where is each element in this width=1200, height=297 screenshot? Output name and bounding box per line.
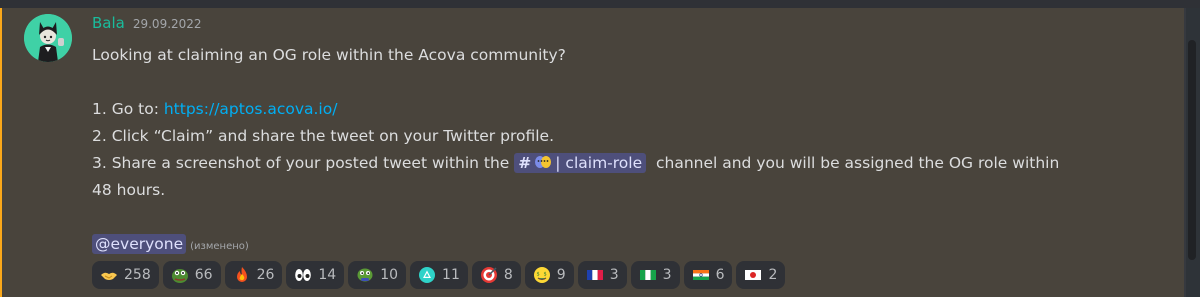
fire-emoji-icon [236, 267, 247, 282]
svg-text:$: $ [536, 272, 539, 278]
step1-text: 1. Go to: [92, 100, 164, 118]
pepe-emoji-icon [171, 269, 188, 283]
reaction-target[interactable]: 8 [471, 261, 521, 289]
reaction-count: 3 [662, 267, 672, 283]
reaction-count: 26 [256, 267, 275, 283]
avatar-character-icon [24, 14, 72, 62]
masks-emoji-icon [535, 156, 552, 168]
reaction-count: 2 [768, 267, 778, 283]
reaction-nigeria-flag[interactable]: 3 [630, 261, 680, 289]
message-blank-line-2 [92, 204, 1162, 231]
username[interactable]: Bala [92, 14, 125, 32]
reaction-count: 11 [442, 267, 460, 283]
message-line-mention: @everyone (изменено) [92, 231, 1162, 260]
scrollbar-thumb[interactable] [1188, 40, 1196, 260]
message-blank-line [92, 69, 1162, 96]
reaction-count: 14 [318, 267, 337, 283]
reaction-aptos[interactable]: 11 [410, 261, 468, 289]
reaction-pepe-clap[interactable]: 10 [348, 261, 407, 289]
reaction-count: 66 [194, 267, 213, 283]
reaction-pepe[interactable]: 66 [162, 261, 221, 289]
reaction-count: 258 [124, 267, 151, 283]
nigeria-flag-emoji-icon [639, 270, 656, 280]
channel-mention-claim-role[interactable]: # | claim-role [514, 153, 647, 173]
step3-text: 3. Share a screenshot of your posted twe… [92, 154, 515, 172]
reaction-count: 6 [715, 267, 725, 283]
target-emoji-icon [480, 267, 497, 283]
reaction-count: 3 [609, 267, 619, 283]
message-line-step3-cont: 48 hours. [92, 181, 166, 199]
reaction-india-flag[interactable]: 6 [683, 261, 733, 289]
everyone-mention[interactable]: @everyone [92, 234, 187, 254]
india-flag-emoji-icon [692, 270, 709, 280]
step3-suffix-text: channel and you will be assigned the OG … [646, 154, 1060, 172]
handshake-emoji-icon [101, 272, 117, 280]
japan-flag-emoji-icon [745, 270, 762, 280]
message-line-step1: 1. Go to: https://aptos.acova.io/ [92, 96, 1162, 123]
message-line-step3: 3. Share a screenshot of your posted twe… [92, 150, 1162, 177]
claim-role-label: | claim-role [555, 154, 643, 172]
message-header: Bala 29.09.2022 [92, 14, 202, 36]
message-line-intro: Looking at claiming an OG role within th… [92, 46, 566, 64]
edited-label: (изменено) [190, 241, 249, 252]
reaction-handshake[interactable]: 258 [92, 261, 159, 289]
reaction-japan-flag[interactable]: 2 [736, 261, 786, 289]
message-line-step2: 2. Click “Claim” and share the tweet on … [92, 127, 554, 145]
reaction-eyes[interactable]: 14 [286, 261, 345, 289]
aptos-triangle-emoji-icon [419, 267, 436, 283]
reaction-money-face[interactable]: $ $ 9 [524, 261, 574, 289]
pepe-clap-emoji-icon [357, 268, 373, 282]
reaction-count: 10 [380, 267, 399, 283]
france-flag-emoji-icon [586, 270, 603, 280]
money-face-emoji-icon: $ $ [533, 267, 550, 283]
acova-link[interactable]: https://aptos.acova.io/ [164, 100, 338, 118]
message-content: Looking at claiming an OG role within th… [92, 42, 1162, 260]
reaction-france-flag[interactable]: 3 [577, 261, 627, 289]
top-strip [0, 0, 1200, 8]
eyes-emoji-icon [295, 269, 312, 281]
timestamp[interactable]: 29.09.2022 [133, 17, 202, 31]
avatar[interactable] [24, 14, 72, 62]
reactions-bar: 258 66 26 14 10 11 8 $ $ 9 3 3 6 2 [92, 261, 786, 289]
svg-text:$: $ [543, 272, 546, 278]
reaction-fire[interactable]: 26 [224, 261, 283, 289]
reaction-count: 9 [556, 267, 566, 283]
hash-icon: # [518, 154, 532, 172]
reaction-count: 8 [503, 267, 513, 283]
